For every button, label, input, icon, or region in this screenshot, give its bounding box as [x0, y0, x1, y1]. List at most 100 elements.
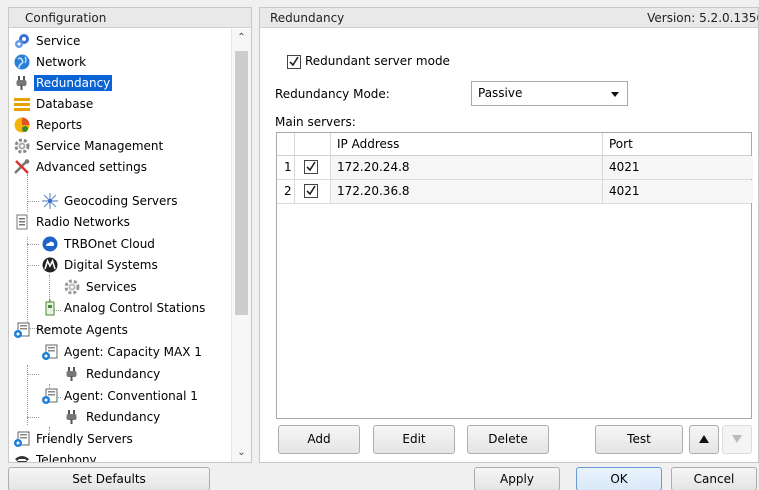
column-header-ip-address[interactable]: IP Address [331, 133, 603, 155]
table-row[interactable]: 2 172.20.36.8 4021 [277, 180, 753, 204]
checkmark-icon [306, 161, 316, 172]
control-station-icon [41, 299, 59, 317]
tree-scrollbar[interactable]: ⌃ ⌄ [231, 29, 251, 462]
redundancy-mode-dropdown[interactable]: Passive [471, 81, 628, 106]
tools-icon [13, 158, 31, 176]
set-defaults-button[interactable]: Set Defaults [8, 467, 210, 490]
checkmark-icon [289, 56, 299, 67]
main-servers-label: Main servers: [275, 115, 356, 129]
tree-item-friendly-servers[interactable]: Friendly Servers [13, 429, 135, 450]
redundant-mode-label: Redundant server mode [305, 54, 450, 68]
move-up-button[interactable] [689, 425, 719, 454]
dropdown-arrow-icon [611, 92, 619, 97]
tree-item-agent-conventional-redundancy[interactable]: Redundancy [63, 407, 162, 428]
row-port[interactable]: 4021 [603, 156, 753, 179]
redundancy-panel: Redundancy Version: 5.2.0.1356 Redundant… [259, 7, 759, 463]
row-ip-address[interactable]: 172.20.24.8 [331, 156, 603, 179]
tree-item-database[interactable]: Database [13, 94, 95, 115]
apply-button[interactable]: Apply [474, 467, 560, 490]
row-enabled-cell [295, 156, 331, 179]
tree-item-agent-capacity-redundancy[interactable]: Redundancy [63, 364, 162, 385]
gear-icon [13, 137, 31, 155]
tree-item-label: Service Management [36, 139, 164, 153]
remote-agent-icon [41, 343, 59, 361]
tree-connector [27, 201, 39, 202]
tree-item-label: Service [36, 34, 81, 48]
row-number: 1 [277, 156, 295, 179]
table-row[interactable]: 1 172.20.24.8 4021 [277, 156, 753, 180]
tree-item-agent-capacity-max-1[interactable]: Agent: Capacity MAX 1 [41, 342, 204, 363]
column-header-port[interactable]: Port [603, 133, 753, 155]
row-ip-address[interactable]: 172.20.36.8 [331, 180, 603, 203]
row-enabled-checkbox[interactable] [304, 160, 318, 174]
add-button[interactable]: Add [278, 425, 360, 454]
tree-item-services[interactable]: Services [63, 277, 139, 298]
geocoding-icon [41, 192, 59, 210]
tree-connector [27, 237, 28, 328]
edit-button[interactable]: Edit [373, 425, 455, 454]
configuration-title: Configuration [25, 11, 107, 25]
remote-agent-icon [13, 430, 31, 448]
reports-icon [13, 116, 31, 134]
configuration-panel: Configuration Service Network Redundancy… [8, 7, 252, 463]
checkmark-icon [306, 185, 316, 196]
redundancy-plug-icon [13, 74, 31, 92]
tree-item-label: Services [86, 280, 137, 294]
tree-item-agent-conventional-1[interactable]: Agent: Conventional 1 [41, 386, 200, 407]
panel-title: Redundancy [270, 11, 345, 25]
tree-item-digital-systems[interactable]: Digital Systems [41, 255, 160, 276]
tree-item-label: Database [36, 97, 94, 111]
configuration-header: Configuration [9, 8, 251, 28]
network-globe-icon [13, 53, 31, 71]
tree-item-trbonet-cloud[interactable]: TRBOnet Cloud [41, 234, 157, 255]
service-gears-icon [13, 32, 31, 50]
tree-item-label: Radio Networks [36, 215, 130, 229]
tree-item-analog-control-stations[interactable]: Analog Control Stations [41, 298, 207, 319]
tree-item-geocoding-servers[interactable]: Geocoding Servers [41, 191, 180, 212]
tree-item-label: TRBOnet Cloud [64, 237, 155, 251]
scrollbar-thumb[interactable] [235, 51, 248, 315]
tree-connector [27, 265, 39, 266]
tree-item-telephony[interactable]: Telephony [13, 450, 99, 463]
redundancy-mode-label: Redundancy Mode: [275, 87, 390, 101]
motorola-icon [41, 256, 59, 274]
ok-button[interactable]: OK [576, 467, 662, 490]
tree-item-label: Telephony [36, 453, 97, 463]
row-port[interactable]: 4021 [603, 180, 753, 203]
scroll-down-arrow-icon[interactable]: ⌄ [232, 444, 251, 462]
tree-item-advanced-settings[interactable]: Advanced settings [13, 157, 149, 178]
version-label: Version: 5.2.0.1356 [647, 11, 759, 25]
tree-item-label: Analog Control Stations [64, 301, 206, 315]
column-header-enabled [295, 133, 331, 155]
tree-item-label: Advanced settings [36, 160, 147, 174]
redundant-mode-checkbox[interactable] [287, 55, 301, 69]
tree-item-label: Redundancy [34, 75, 113, 91]
row-enabled-checkbox[interactable] [304, 184, 318, 198]
redundancy-plug-icon [63, 365, 81, 383]
database-icon [13, 95, 31, 113]
telephone-icon [13, 451, 31, 462]
test-button[interactable]: Test [595, 425, 683, 454]
tree-item-service-management[interactable]: Service Management [13, 136, 165, 157]
arrow-down-icon [732, 435, 742, 443]
delete-button[interactable]: Delete [467, 425, 549, 454]
tree-item-label: Digital Systems [64, 258, 158, 272]
gear-icon [63, 278, 81, 296]
scroll-up-arrow-icon[interactable]: ⌃ [232, 29, 251, 47]
cancel-button[interactable]: Cancel [671, 467, 757, 490]
tree-item-network[interactable]: Network [13, 52, 88, 73]
radio-networks-icon [13, 213, 31, 231]
tree-item-radio-networks[interactable]: Radio Networks [13, 212, 132, 233]
configuration-tree: Service Network Redundancy Database Repo… [9, 29, 233, 462]
column-header-number [277, 133, 295, 155]
arrow-up-icon [699, 435, 709, 443]
tree-item-redundancy[interactable]: Redundancy [13, 73, 113, 94]
tree-item-reports[interactable]: Reports [13, 115, 84, 136]
move-down-button[interactable] [722, 425, 752, 454]
row-enabled-cell [295, 180, 331, 203]
remote-agent-icon [41, 387, 59, 405]
redundancy-header: Redundancy Version: 5.2.0.1356 [260, 8, 758, 28]
tree-item-service[interactable]: Service [13, 31, 82, 52]
tree-item-remote-agents[interactable]: Remote Agents [13, 320, 130, 341]
tree-item-label: Remote Agents [36, 323, 128, 337]
